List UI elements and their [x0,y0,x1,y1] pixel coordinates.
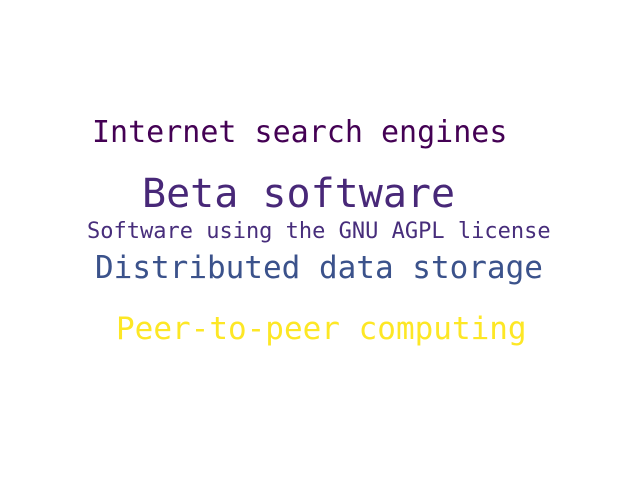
word-beta-software: Beta software [142,171,456,217]
word-distributed-data-storage: Distributed data storage [95,250,543,286]
word-cloud: Internet search engines Beta software So… [0,0,640,480]
word-software-gnu-agpl: Software using the GNU AGPL license [87,219,551,244]
word-internet-search-engines: Internet search engines [92,115,508,150]
word-peer-to-peer-computing: Peer-to-peer computing [116,311,527,347]
